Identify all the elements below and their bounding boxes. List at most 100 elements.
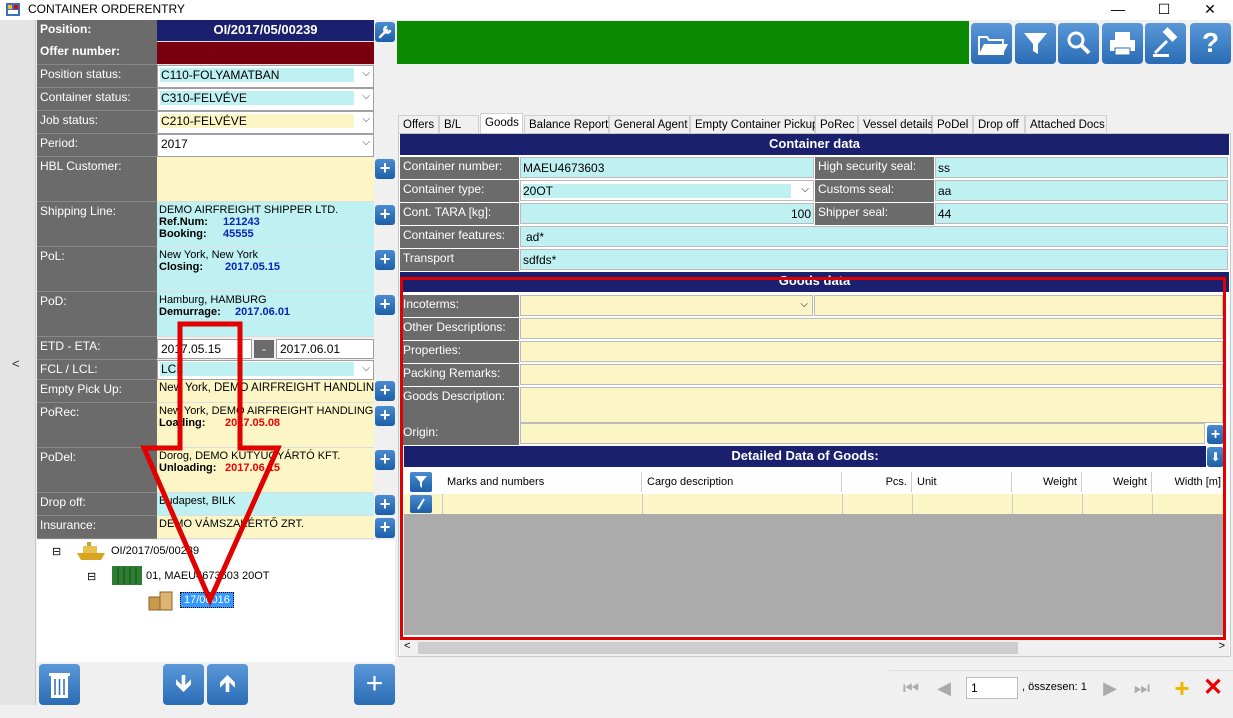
add-porec-button[interactable]: + [375, 406, 395, 426]
job-status-row: Job status: C210-FELVÉVE ⌵ [37, 111, 374, 134]
position-status-select[interactable]: C110-FOLYAMATBAN ⌵ [157, 65, 374, 88]
tab-bl[interactable]: B/L [439, 115, 479, 133]
container-data-header: Container data [400, 134, 1229, 155]
scrollbar-thumb[interactable] [418, 642, 1018, 654]
tree-collapse-root-icon[interactable]: ⊟ [52, 545, 61, 558]
approve-button[interactable] [1145, 23, 1186, 64]
period-select[interactable]: 2017 ⌵ [157, 134, 374, 157]
add-pol-button[interactable]: + [375, 250, 395, 270]
features-label: Container features: [400, 226, 519, 248]
search-button[interactable] [1058, 23, 1099, 64]
tab-goods[interactable]: Goods [480, 113, 523, 133]
minimize-button[interactable]: — [1095, 0, 1141, 20]
ref-value: 121243 [223, 216, 260, 228]
open-button[interactable] [971, 23, 1012, 64]
add-dropoff-button[interactable]: + [375, 495, 395, 515]
help-icon: ? [1201, 27, 1220, 58]
tab-general-agent[interactable]: General Agent [609, 115, 690, 133]
delete-button[interactable] [39, 664, 80, 705]
period-label: Period: [37, 134, 157, 157]
folder-icon [978, 36, 1008, 55]
printer-icon [1110, 32, 1135, 56]
eta-input[interactable]: 2017.06.01 [276, 339, 374, 359]
container-status-select[interactable]: C310-FELVÉVE ⌵ [157, 88, 374, 111]
tab-offers[interactable]: Offers [398, 115, 439, 133]
pol-label: PoL: [37, 247, 157, 292]
container-status-value: C310-FELVÉVE [160, 91, 354, 105]
hbl-value[interactable] [157, 157, 374, 202]
next-page-icon[interactable]: ▶ [1099, 677, 1121, 699]
container-icon [112, 566, 142, 585]
move-up-button[interactable]: 🡹 [207, 664, 248, 705]
add-row-icon[interactable]: + [1170, 675, 1194, 701]
hbl-row: HBL Customer: [37, 157, 374, 202]
tab-vessel-details[interactable]: Vessel details [858, 115, 933, 133]
add-empty-pickup-button[interactable]: + [375, 381, 395, 401]
wrench-icon-button[interactable] [375, 22, 395, 42]
hs-seal-input[interactable]: ss [935, 157, 1228, 178]
tara-input[interactable]: 100 [520, 203, 814, 224]
features-input[interactable]: ad* [520, 226, 1228, 247]
arrow-up-icon: 🡹 [218, 670, 237, 697]
page-total: , összesen: 1 [1022, 681, 1087, 693]
maximize-button[interactable]: ☐ [1141, 0, 1187, 20]
booking-value: 45555 [223, 228, 254, 240]
shipper-seal-label: Shipper seal: [815, 203, 934, 225]
scroll-left-icon[interactable]: < [404, 640, 410, 652]
closing-value: 2017.05.15 [225, 261, 281, 273]
transport-input[interactable]: sdfds* [520, 249, 1228, 270]
help-button[interactable]: ? [1190, 23, 1231, 64]
add-insurance-button[interactable]: + [375, 518, 395, 538]
chevron-down-icon: ⌵ [801, 184, 809, 195]
tab-empty-container-pickup[interactable]: Empty Container Pickup [690, 115, 818, 133]
pol-value[interactable]: New York, New York Closing: 2017.05.15 [157, 247, 374, 292]
pol-place: New York, New York [159, 249, 259, 261]
tab-porec[interactable]: PoRec [815, 115, 858, 133]
offer-value[interactable] [157, 42, 374, 65]
job-status-select[interactable]: C210-FELVÉVE ⌵ [157, 111, 374, 134]
chevron-down-icon: ⌵ [362, 68, 370, 79]
tab-drop-off[interactable]: Drop off [973, 115, 1025, 133]
filter-button[interactable] [1015, 23, 1056, 64]
shipping-line-name: DEMO AIRFREIGHT SHIPPER LTD. [159, 204, 339, 216]
app-icon [6, 3, 20, 16]
shipping-line-value[interactable]: DEMO AIRFREIGHT SHIPPER LTD. Ref.Num: 121… [157, 202, 374, 247]
horizontal-scrollbar[interactable]: < > [400, 640, 1229, 656]
podel-label: PoDel: [37, 448, 157, 493]
print-button[interactable] [1102, 23, 1143, 64]
position-value: OI/2017/05/00239 [157, 20, 374, 42]
position-status-label: Position status: [37, 65, 157, 88]
empty-pickup-label: Empty Pick Up: [37, 380, 157, 403]
position-status-value: C110-FOLYAMATBAN [160, 68, 354, 82]
customs-seal-input[interactable]: aa [935, 180, 1228, 201]
prev-page-icon[interactable]: ◀ [933, 677, 955, 699]
tree-collapse-child-icon[interactable]: ⊟ [87, 570, 96, 583]
add-hbl-button[interactable]: + [375, 159, 395, 179]
shipping-line-label: Shipping Line: [37, 202, 157, 247]
move-down-button[interactable]: 🡻 [163, 664, 204, 705]
chevron-down-icon: ⌵ [362, 114, 370, 125]
shipper-seal-input[interactable]: 44 [935, 203, 1228, 224]
container-number-input[interactable]: MAEU4673603 [520, 157, 814, 178]
last-page-icon[interactable]: ⏭ [1131, 677, 1153, 699]
customs-seal-label: Customs seal: [815, 180, 934, 202]
trash-icon [49, 673, 70, 698]
collapse-panel-button[interactable]: < [0, 20, 36, 705]
delete-row-icon[interactable]: ✕ [1201, 676, 1225, 700]
container-type-select[interactable]: 20OT ⌵ [520, 180, 814, 201]
tab-attached-docs[interactable]: Attached Docs [1025, 115, 1107, 133]
page-input[interactable]: 1 [966, 677, 1018, 699]
tab-balance-report[interactable]: Balance Report [524, 115, 609, 133]
etd-eta-label: ETD - ETA: [37, 337, 157, 360]
add-shipping-line-button[interactable]: + [375, 205, 395, 225]
add-podel-button[interactable]: + [375, 450, 395, 470]
first-page-icon[interactable]: ⏮ [900, 677, 922, 699]
add-pod-button[interactable]: + [375, 295, 395, 315]
add-button[interactable]: + [354, 664, 395, 705]
offer-label: Offer number: [37, 42, 157, 65]
close-window-button[interactable]: ✕ [1187, 0, 1233, 20]
scroll-right-icon[interactable]: > [1219, 640, 1225, 652]
tab-podel[interactable]: PoDel [932, 115, 973, 133]
arrow-down-icon: 🡻 [174, 670, 193, 697]
ship-icon [77, 542, 105, 560]
